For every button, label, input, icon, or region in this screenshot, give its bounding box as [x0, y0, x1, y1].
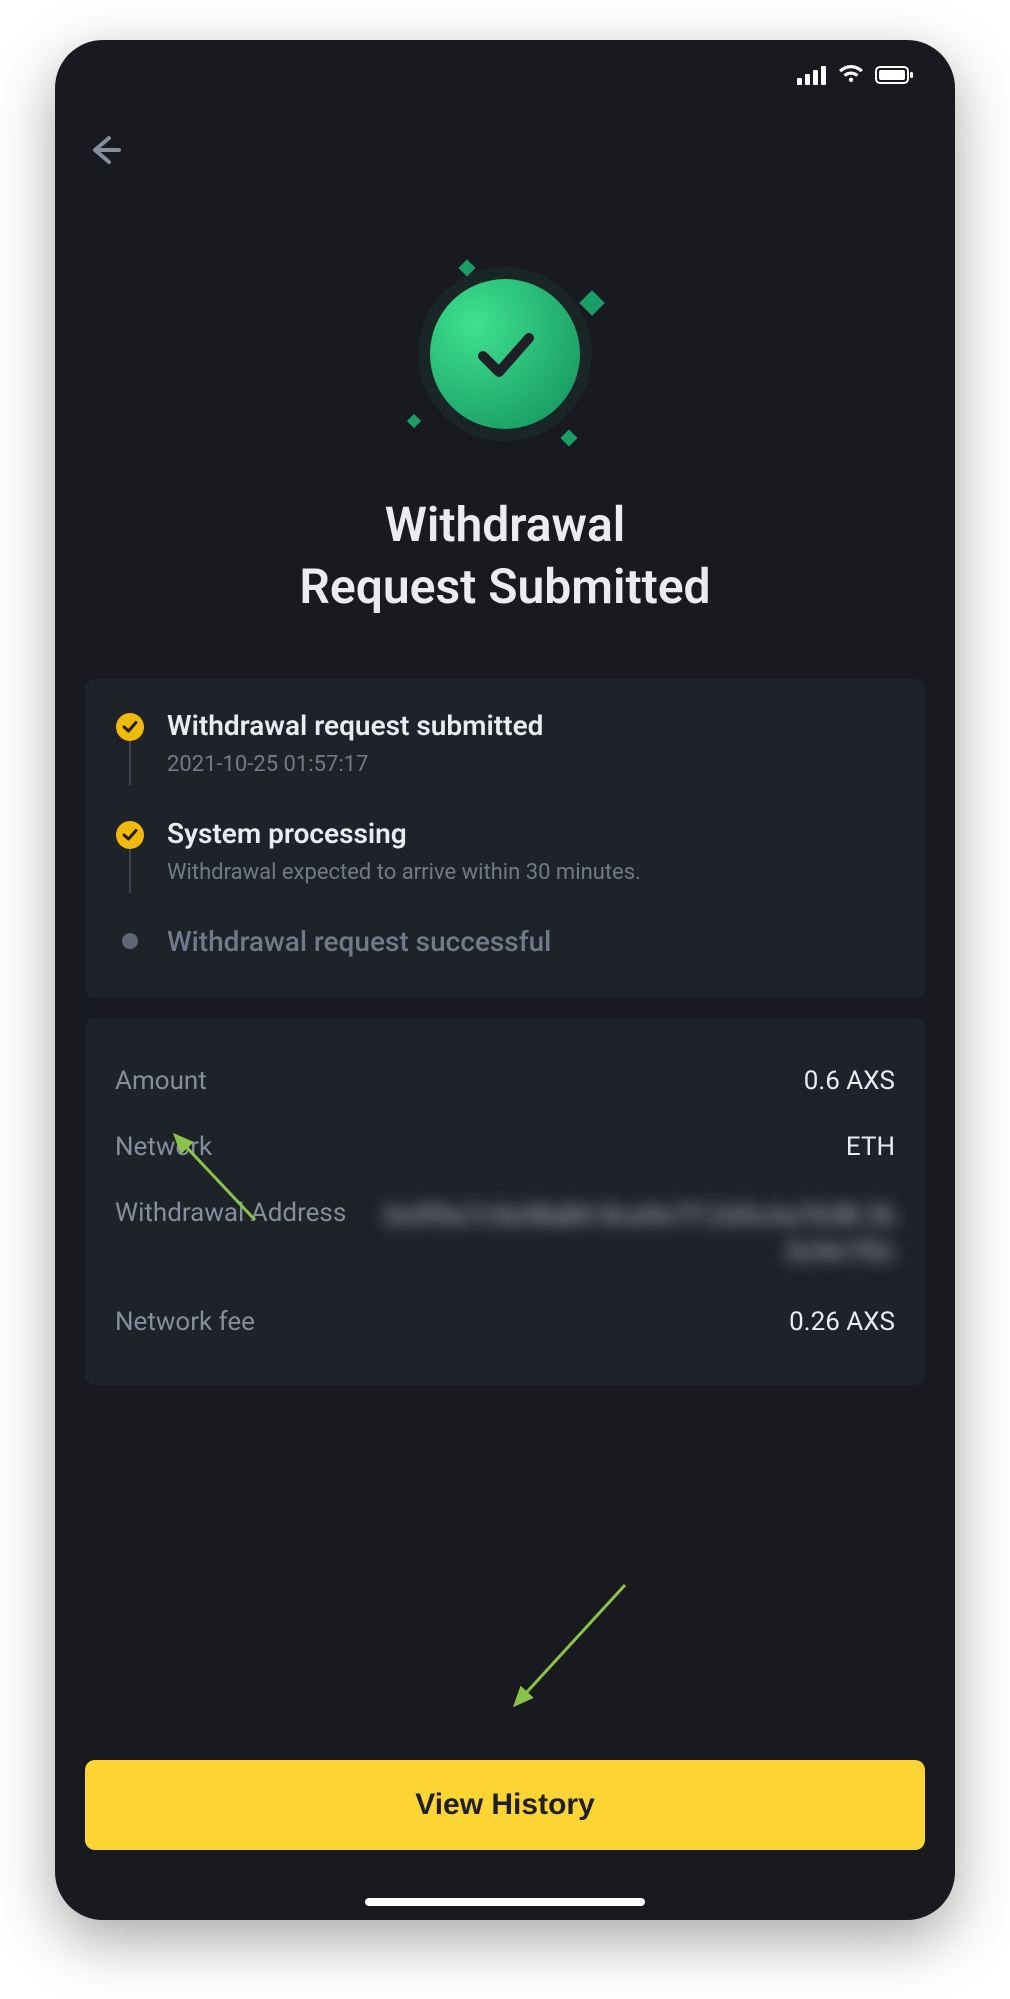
detail-label: Amount: [115, 1066, 207, 1096]
step-processing: System processing Withdrawal expected to…: [115, 817, 895, 925]
nav-bar: [55, 110, 955, 184]
check-circle-icon: [430, 279, 580, 429]
step-title: Withdrawal request successful: [167, 925, 895, 958]
annotation-arrow-icon: [485, 1570, 645, 1730]
step-successful: Withdrawal request successful: [115, 925, 895, 968]
detail-value: 0.26 AXS: [789, 1307, 895, 1337]
step-title: System processing: [167, 817, 895, 850]
sparkle-icon: [561, 430, 578, 447]
back-button[interactable]: [85, 155, 125, 174]
title-line-1: Withdrawal: [385, 496, 625, 553]
detail-value: 0.6 AXS: [804, 1066, 895, 1096]
row-fee: Network fee 0.26 AXS: [115, 1289, 895, 1355]
pending-dot-icon: [122, 933, 138, 949]
success-badge: [405, 254, 605, 454]
view-history-button[interactable]: View History: [85, 1760, 925, 1850]
status-bar: [55, 40, 955, 110]
sparkle-icon: [579, 290, 604, 315]
detail-label: Network: [115, 1132, 212, 1162]
row-address: Withdrawal Address 0x5f9a7c5e38aB4 8ca9e…: [115, 1180, 895, 1289]
check-dot-icon: [116, 821, 144, 849]
home-indicator[interactable]: [365, 1898, 645, 1906]
step-submitted: Withdrawal request submitted 2021-10-25 …: [115, 709, 895, 817]
phone-frame: Withdrawal Request Submitted Withdrawal …: [55, 40, 955, 1920]
footer: View History: [55, 1720, 955, 1920]
cellular-signal-icon: [797, 65, 827, 85]
row-network: Network ETH: [115, 1114, 895, 1180]
sparkle-icon: [407, 414, 421, 428]
wifi-icon: [837, 65, 865, 85]
detail-label: Network fee: [115, 1307, 255, 1337]
arrow-left-icon: [85, 130, 125, 170]
step-subtitle: 2021-10-25 01:57:17: [167, 752, 895, 777]
detail-value-redacted: 0x5f9a7c5e38aB4 8ca9e7f12d3cAa7b3B 2b0c9…: [376, 1198, 895, 1271]
battery-icon: [875, 65, 915, 85]
page-title: Withdrawal Request Submitted: [299, 494, 710, 619]
title-line-2: Request Submitted: [299, 558, 710, 615]
check-dot-icon: [116, 713, 144, 741]
detail-label: Withdrawal Address: [115, 1198, 346, 1228]
row-amount: Amount 0.6 AXS: [115, 1048, 895, 1114]
step-title: Withdrawal request submitted: [167, 709, 895, 742]
sparkle-icon: [459, 260, 476, 277]
progress-card: Withdrawal request submitted 2021-10-25 …: [85, 679, 925, 998]
details-card: Amount 0.6 AXS Network ETH Withdrawal Ad…: [85, 1018, 925, 1385]
step-subtitle: Withdrawal expected to arrive within 30 …: [167, 860, 895, 885]
detail-value: ETH: [846, 1132, 895, 1162]
hero-section: Withdrawal Request Submitted: [55, 184, 955, 679]
